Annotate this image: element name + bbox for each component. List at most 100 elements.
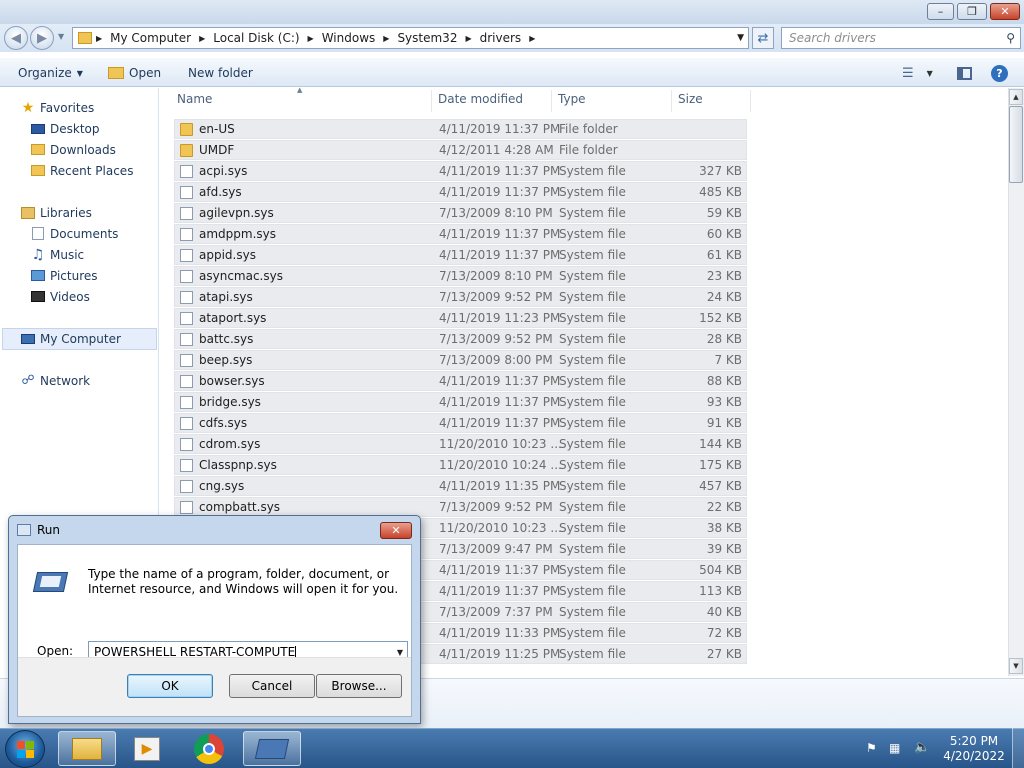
- scroll-up-button[interactable]: ▲: [1009, 89, 1023, 105]
- nav-favorites[interactable]: ★ Favorites: [20, 98, 95, 117]
- column-divider[interactable]: [431, 90, 432, 112]
- column-header-name[interactable]: Name: [177, 92, 212, 110]
- forward-button[interactable]: ▶: [30, 26, 54, 50]
- column-divider[interactable]: [750, 90, 751, 112]
- file-row[interactable]: amdppm.sys 4/11/2019 11:37 PM System file 6…: [174, 224, 747, 244]
- ok-button[interactable]: OK: [127, 674, 213, 698]
- nav-my-computer[interactable]: My Computer: [20, 329, 121, 348]
- recent-places-icon: [30, 164, 46, 178]
- file-row[interactable]: cng.sys 4/11/2019 11:35 PM System file 457 …: [174, 476, 747, 496]
- file-type: System file: [559, 437, 626, 451]
- column-header-type[interactable]: Type: [558, 92, 586, 110]
- file-type: System file: [559, 563, 626, 577]
- minimize-button[interactable]: –: [927, 3, 954, 20]
- start-button[interactable]: [5, 730, 45, 768]
- chevron-down-icon[interactable]: ▼: [397, 648, 403, 657]
- scroll-down-button[interactable]: ▼: [1009, 658, 1023, 674]
- nav-desktop[interactable]: Desktop: [30, 119, 100, 138]
- file-row[interactable]: ataport.sys 4/11/2019 11:23 PM System file…: [174, 308, 747, 328]
- column-header-date-modified[interactable]: Date modified: [438, 92, 523, 110]
- crumb-separator[interactable]: ▶: [461, 34, 475, 43]
- open-button[interactable]: Open: [108, 64, 161, 82]
- scroll-thumb[interactable]: [1009, 106, 1023, 183]
- downloads-folder-icon: [30, 143, 46, 157]
- search-input[interactable]: Search drivers ⚲: [781, 27, 1021, 49]
- crumb-separator[interactable]: ▶: [195, 34, 209, 43]
- file-row[interactable]: compbatt.sys 7/13/2009 9:52 PM System file…: [174, 497, 747, 517]
- file-row[interactable]: afd.sys 4/11/2019 11:37 PM System file 485 …: [174, 182, 747, 202]
- crumb-windows[interactable]: Windows: [318, 31, 380, 45]
- file-row[interactable]: UMDF 4/12/2011 4:28 AM File folder: [174, 140, 747, 160]
- crumb-my-computer[interactable]: My Computer: [106, 31, 195, 45]
- open-label: Open: [129, 66, 162, 80]
- desktop-icon: [30, 122, 46, 136]
- taskbar-run-button[interactable]: [243, 731, 301, 766]
- show-desktop-button[interactable]: [1012, 728, 1024, 768]
- help-button[interactable]: ?: [991, 64, 1008, 82]
- volume-icon[interactable]: 🔈: [914, 740, 932, 755]
- column-divider[interactable]: [551, 90, 552, 112]
- file-row[interactable]: asyncmac.sys 7/13/2009 8:10 PM System file…: [174, 266, 747, 286]
- file-row[interactable]: bridge.sys 4/11/2019 11:37 PM System file 9…: [174, 392, 747, 412]
- maximize-button[interactable]: ❐: [957, 3, 987, 20]
- nav-label: Music: [50, 247, 85, 262]
- column-divider[interactable]: [671, 90, 672, 112]
- file-date-modified: 4/11/2019 11:37 PM: [439, 374, 561, 388]
- file-row[interactable]: cdfs.sys 4/11/2019 11:37 PM System file 91 …: [174, 413, 747, 433]
- crumb-separator[interactable]: ▶: [525, 34, 539, 43]
- address-bar[interactable]: ▶ My Computer ▶ Local Disk (C:) ▶ Window…: [72, 27, 749, 49]
- nav-documents[interactable]: Documents: [30, 224, 118, 243]
- back-button[interactable]: ◀: [4, 26, 28, 50]
- cancel-button[interactable]: Cancel: [229, 674, 315, 698]
- crumb-separator[interactable]: ▶: [92, 34, 106, 43]
- file-row[interactable]: bowser.sys 4/11/2019 11:37 PM System file 8…: [174, 371, 747, 391]
- new-folder-button[interactable]: New folder: [188, 64, 253, 82]
- column-header-size[interactable]: Size: [678, 92, 703, 110]
- file-row[interactable]: beep.sys 7/13/2009 8:00 PM System file 7 KB: [174, 350, 747, 370]
- nav-downloads[interactable]: Downloads: [30, 140, 116, 159]
- nav-videos[interactable]: Videos: [30, 287, 90, 306]
- browse-button[interactable]: Browse...: [316, 674, 402, 698]
- nav-libraries[interactable]: Libraries: [20, 203, 92, 222]
- address-dropdown-icon[interactable]: ▼: [737, 33, 744, 43]
- close-button[interactable]: ✕: [990, 3, 1020, 20]
- refresh-button[interactable]: ⇄: [752, 27, 774, 49]
- crumb-drivers[interactable]: drivers: [476, 31, 526, 45]
- preview-pane-button[interactable]: [957, 64, 972, 82]
- organize-button[interactable]: Organize ▼: [18, 64, 83, 82]
- file-name: bowser.sys: [199, 374, 265, 388]
- run-dialog-title: Run: [37, 523, 61, 537]
- file-row[interactable]: Classpnp.sys 11/20/2010 10:24 ... System f…: [174, 455, 747, 475]
- taskbar-clock[interactable]: 5:20 PM 4/20/2022: [942, 734, 1006, 764]
- file-row[interactable]: battc.sys 7/13/2009 9:52 PM System file 28 …: [174, 329, 747, 349]
- taskbar-chrome-button[interactable]: [180, 731, 238, 766]
- run-close-button[interactable]: ✕: [380, 522, 412, 539]
- change-view-button[interactable]: ☰ ▼: [902, 64, 933, 82]
- file-row[interactable]: acpi.sys 4/11/2019 11:37 PM System file 327…: [174, 161, 747, 181]
- crumb-separator[interactable]: ▶: [379, 34, 393, 43]
- clock-time: 5:20 PM: [949, 734, 999, 748]
- crumb-local-disk[interactable]: Local Disk (C:): [209, 31, 303, 45]
- crumb-separator[interactable]: ▶: [304, 34, 318, 43]
- crumb-system32[interactable]: System32: [393, 31, 461, 45]
- nav-recent-places[interactable]: Recent Places: [30, 161, 133, 180]
- nav-music[interactable]: ♫ Music: [30, 245, 84, 264]
- file-row[interactable]: agilevpn.sys 7/13/2009 8:10 PM System file…: [174, 203, 747, 223]
- file-row[interactable]: appid.sys 4/11/2019 11:37 PM System file 61…: [174, 245, 747, 265]
- action-center-icon[interactable]: ⚑: [866, 741, 881, 755]
- run-dialog[interactable]: Run ✕ Type the name of a program, folder…: [8, 515, 421, 724]
- file-row[interactable]: cdrom.sys 11/20/2010 10:23 ... System file…: [174, 434, 747, 454]
- file-row[interactable]: atapi.sys 7/13/2009 9:52 PM System file 24 …: [174, 287, 747, 307]
- taskbar-explorer-button[interactable]: [58, 731, 116, 766]
- file-type: System file: [559, 227, 626, 241]
- recent-pages-dropdown[interactable]: ▼: [58, 32, 64, 41]
- taskbar-media-player-button[interactable]: ▶: [118, 731, 176, 766]
- nav-pictures[interactable]: Pictures: [30, 266, 98, 285]
- nav-network[interactable]: ☍ Network: [20, 371, 90, 390]
- file-name: beep.sys: [199, 353, 253, 367]
- window-titlebar[interactable]: [0, 0, 1024, 24]
- network-status-icon[interactable]: ▦: [889, 741, 907, 755]
- file-name: bridge.sys: [199, 395, 261, 409]
- system-file-icon: [180, 501, 193, 514]
- file-row[interactable]: en-US 4/11/2019 11:37 PM File folder: [174, 119, 747, 139]
